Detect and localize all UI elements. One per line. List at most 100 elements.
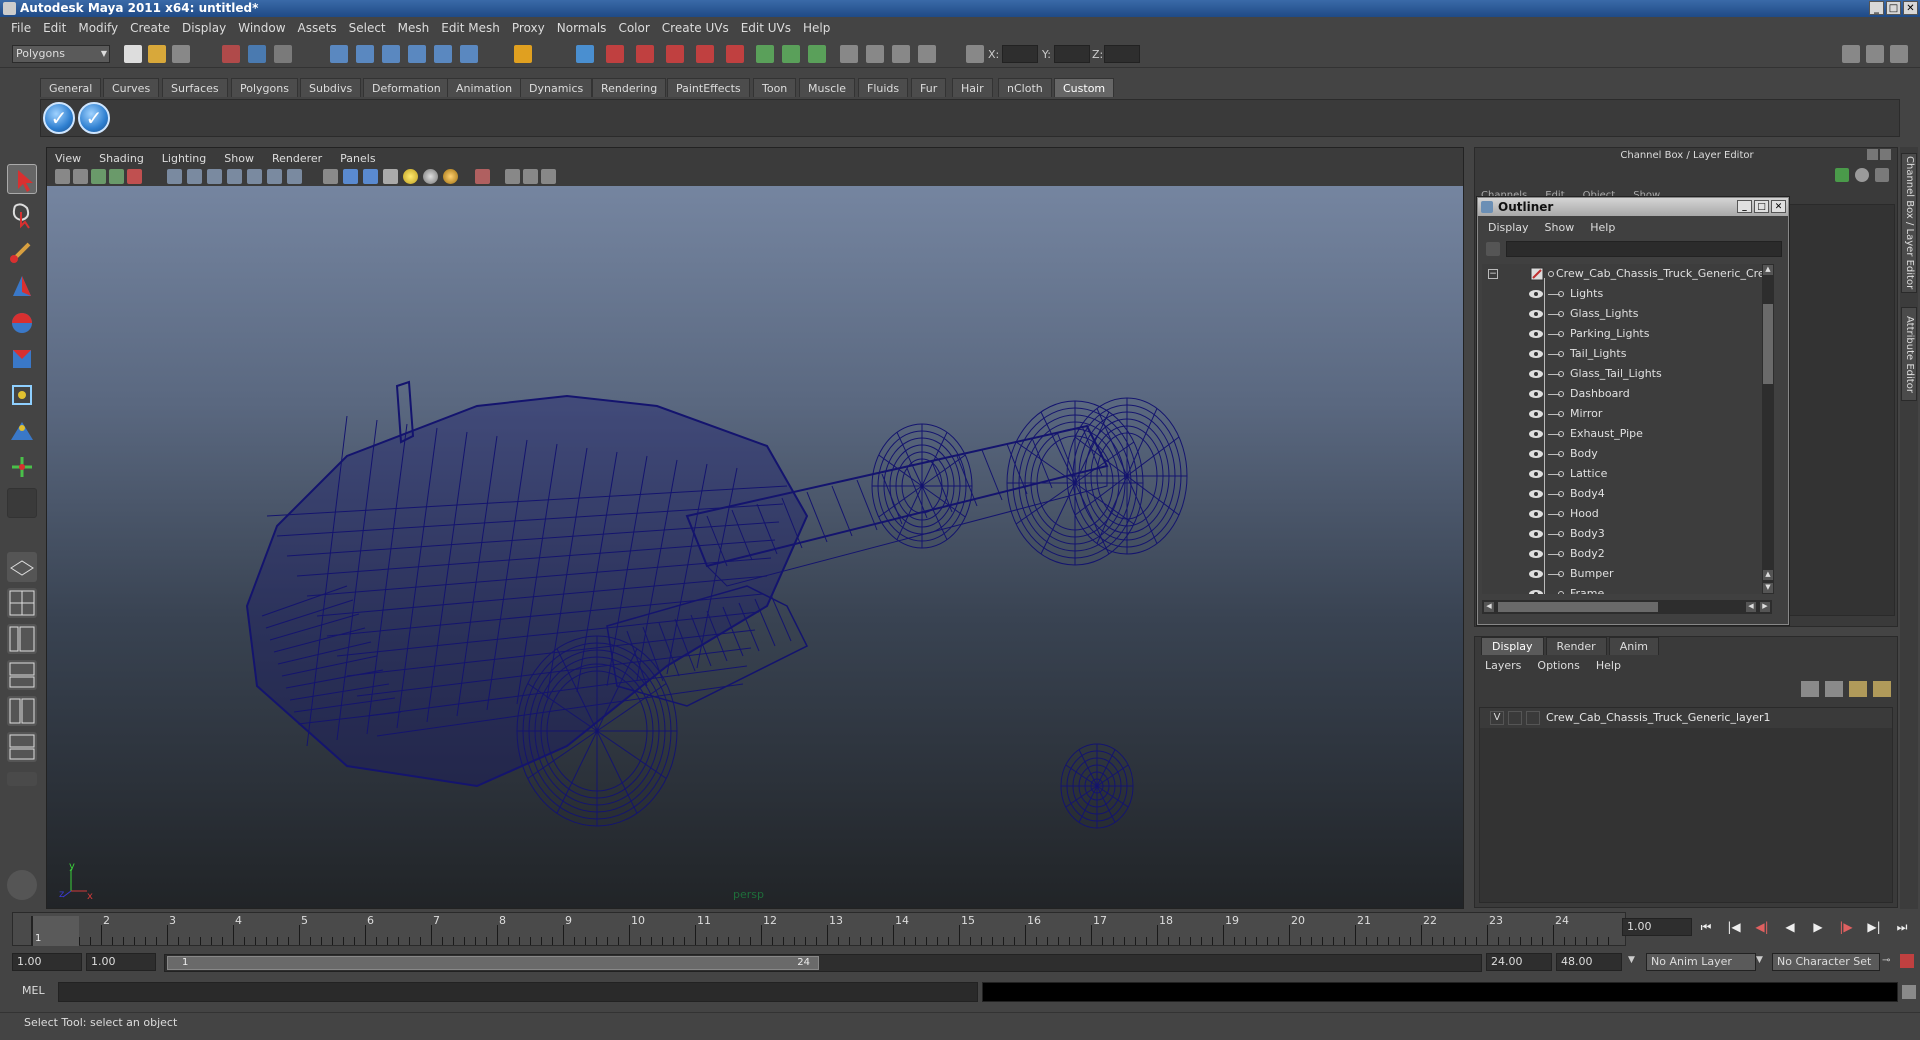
- chevron-down-icon[interactable]: ▼: [1756, 955, 1763, 965]
- viewport-options-icon[interactable]: [541, 169, 556, 184]
- menu-edit-uvs[interactable]: Edit UVs: [736, 21, 796, 35]
- outliner-item[interactable]: Glass_Tail_Lights: [1482, 364, 1772, 384]
- side-tab-attribute-editor[interactable]: Attribute Editor: [1901, 307, 1917, 401]
- outliner-vertical-scrollbar[interactable]: ▲ ▲ ▼: [1762, 264, 1774, 594]
- shelf-tab-surfaces[interactable]: Surfaces: [162, 78, 228, 97]
- y-field[interactable]: [1054, 45, 1090, 63]
- outliner-item[interactable]: Glass_Lights: [1482, 304, 1772, 324]
- paint-select-tool-icon[interactable]: [7, 236, 37, 266]
- menu-create-uvs[interactable]: Create UVs: [657, 21, 734, 35]
- outliner-item[interactable]: Lattice: [1482, 464, 1772, 484]
- playback-end-field[interactable]: 24.00: [1486, 953, 1552, 971]
- select-by-object-icon[interactable]: [248, 45, 266, 63]
- shelf-tab-ncloth[interactable]: nCloth: [998, 78, 1052, 97]
- shelf-tab-deformation[interactable]: Deformation: [363, 78, 450, 97]
- scroll-down-arrow-icon[interactable]: ▼: [1763, 583, 1773, 593]
- outliner-item[interactable]: Body4: [1482, 484, 1772, 504]
- safe-title-icon[interactable]: [287, 169, 302, 184]
- check-icon[interactable]: ✓: [78, 102, 110, 134]
- menu-normals[interactable]: Normals: [552, 21, 612, 35]
- input-ops-icon[interactable]: [514, 45, 532, 63]
- shelf-tab-dynamics[interactable]: Dynamics: [520, 78, 593, 97]
- layer-color-swatch[interactable]: [1526, 711, 1540, 725]
- layer-playback-toggle[interactable]: [1508, 711, 1522, 725]
- four-view-layout-icon[interactable]: [7, 588, 37, 618]
- z-field[interactable]: [1104, 45, 1140, 63]
- render-globals-icon[interactable]: [726, 45, 744, 63]
- persp-outliner-layout-icon[interactable]: [7, 624, 37, 654]
- persp-graph-layout-icon[interactable]: [7, 660, 37, 690]
- step-forward-icon[interactable]: ▶|: [1865, 918, 1883, 936]
- outliner-item[interactable]: Bumper: [1482, 564, 1772, 584]
- shadows-icon[interactable]: [443, 169, 458, 184]
- step-back-key-icon[interactable]: |◀: [1725, 918, 1743, 936]
- attribute-icon[interactable]: [1875, 168, 1889, 182]
- create-layer-from-selected-icon[interactable]: [1873, 681, 1891, 697]
- outliner-item[interactable]: Dashboard: [1482, 384, 1772, 404]
- select-camera-icon[interactable]: [55, 169, 70, 184]
- scroll-right-arrow-icon[interactable]: ▶: [1760, 602, 1770, 612]
- check-icon[interactable]: ✓: [43, 102, 75, 134]
- menu-edit[interactable]: Edit: [38, 21, 71, 35]
- shelf-tab-toon[interactable]: Toon: [753, 78, 797, 97]
- wireframe-on-shaded-icon[interactable]: [363, 169, 378, 184]
- outliner-item[interactable]: Body3: [1482, 524, 1772, 544]
- high-quality-icon[interactable]: [523, 169, 538, 184]
- graph-icon[interactable]: [840, 45, 858, 63]
- time-slider[interactable]: 123456789101112131415161718192021222324 …: [12, 912, 1626, 946]
- show-hide-2-icon[interactable]: [782, 45, 800, 63]
- move-layer-up-icon[interactable]: [1801, 681, 1819, 697]
- shelf-tab-rendering[interactable]: Rendering: [592, 78, 667, 97]
- side-tab-channel-box[interactable]: Channel Box / Layer Editor: [1901, 153, 1917, 293]
- show-manipulator-icon[interactable]: [7, 452, 37, 482]
- outliner-item[interactable]: Hood: [1482, 504, 1772, 524]
- graph-3-icon[interactable]: [892, 45, 910, 63]
- open-scene-icon[interactable]: [148, 45, 166, 63]
- lasso-tool-icon[interactable]: [7, 200, 37, 230]
- transform-mode-icon[interactable]: [966, 45, 984, 63]
- play-forward-icon[interactable]: ▶: [1809, 918, 1827, 936]
- safe-action-icon[interactable]: [267, 169, 282, 184]
- menu-window[interactable]: Window: [233, 21, 290, 35]
- film-gate-icon[interactable]: [187, 169, 202, 184]
- layer-menu-layers[interactable]: Layers: [1485, 659, 1521, 672]
- key-icon[interactable]: ⊸: [1882, 955, 1890, 966]
- outliner-root-item[interactable]: − Crew_Cab_Chassis_Truck_Generic_Crew_Ca: [1482, 264, 1772, 284]
- snap-surface-icon[interactable]: [408, 45, 426, 63]
- layer-menu-options[interactable]: Options: [1537, 659, 1579, 672]
- shelf-tab-custom[interactable]: Custom: [1054, 78, 1115, 97]
- layer-row[interactable]: V Crew_Cab_Chassis_Truck_Generic_layer1: [1480, 708, 1892, 728]
- scroll-up-arrow-icon[interactable]: ▲: [1763, 570, 1773, 580]
- xray-icon[interactable]: [475, 169, 490, 184]
- layer-editor-icon[interactable]: [1855, 168, 1869, 182]
- shelf-tab-curves[interactable]: Curves: [103, 78, 160, 97]
- character-set-dropdown[interactable]: No Character Set: [1772, 953, 1880, 971]
- render-frame-icon[interactable]: [606, 45, 624, 63]
- close-button[interactable]: ✕: [1903, 1, 1918, 15]
- menu-select[interactable]: Select: [344, 21, 391, 35]
- snap-curve-icon[interactable]: [356, 45, 374, 63]
- viewport-menu-show[interactable]: Show: [224, 152, 254, 165]
- shelf-tab-hair[interactable]: Hair: [952, 78, 993, 97]
- x-field[interactable]: [1002, 45, 1038, 63]
- minimize-button[interactable]: _: [1869, 1, 1884, 15]
- hypershade-icon[interactable]: [696, 45, 714, 63]
- ipr-render-icon[interactable]: [636, 45, 654, 63]
- channel-box-icon[interactable]: [1835, 168, 1849, 182]
- select-tool-icon[interactable]: [7, 164, 37, 194]
- outliner-item[interactable]: Frame: [1482, 584, 1772, 594]
- shelf-tab-muscle[interactable]: Muscle: [799, 78, 856, 97]
- viewport-menu-shading[interactable]: Shading: [99, 152, 144, 165]
- step-back-icon[interactable]: ◀|: [1753, 918, 1771, 936]
- menu-modify[interactable]: Modify: [73, 21, 123, 35]
- outliner-item[interactable]: Tail_Lights: [1482, 344, 1772, 364]
- maximize-button[interactable]: □: [1886, 1, 1901, 15]
- shelf-tab-animation[interactable]: Animation: [447, 78, 522, 97]
- bookmark-icon[interactable]: [91, 169, 106, 184]
- menu-help[interactable]: Help: [798, 21, 835, 35]
- new-scene-icon[interactable]: [124, 45, 142, 63]
- outliner-horizontal-scrollbar[interactable]: ◀ ◀ ▶: [1482, 600, 1772, 614]
- last-tool-used-icon[interactable]: [7, 488, 37, 518]
- graph-2-icon[interactable]: [866, 45, 884, 63]
- layout-options-icon[interactable]: [7, 772, 37, 786]
